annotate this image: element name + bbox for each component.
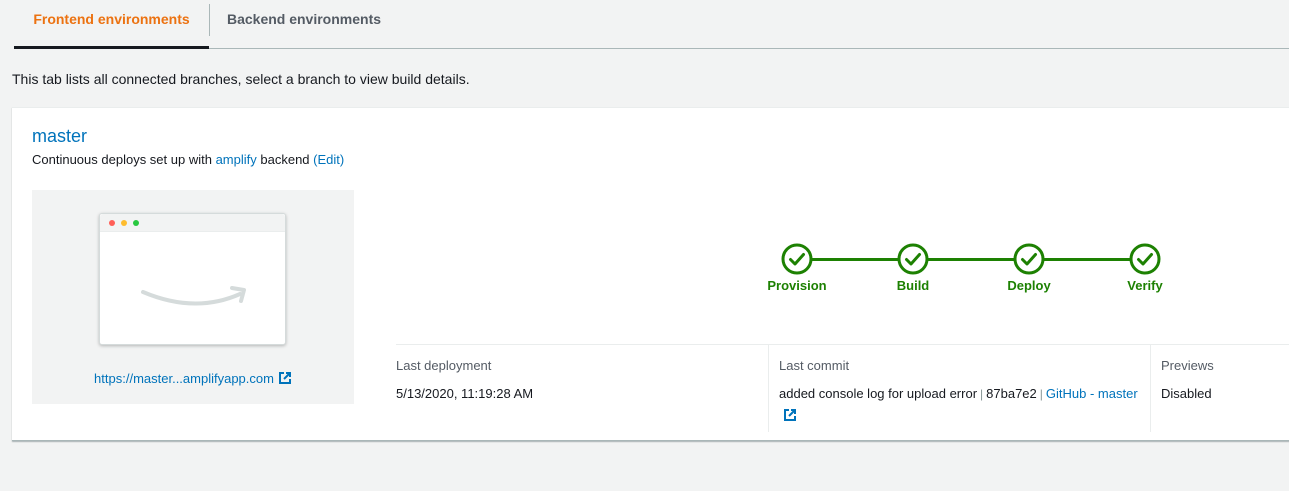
check-circle-icon [781, 243, 813, 275]
previews-column: Previews Disabled [1150, 345, 1289, 432]
last-commit-value: added console log for upload error | 87ba7… [779, 383, 1150, 426]
last-deployment-column: Last deployment 5/13/2020, 11:19:28 AM [396, 345, 768, 432]
check-circle-icon [897, 243, 929, 275]
build-pipeline: Provision Build Deploy Verify [742, 243, 1163, 303]
preview-url-text: https://master...amplifyapp.com [94, 371, 274, 386]
last-commit-label: Last commit [779, 358, 850, 373]
check-circle-icon [1129, 243, 1161, 275]
browser-minimize-dot [121, 220, 127, 226]
last-commit-column: Last commit added console log for upload… [768, 345, 1150, 432]
pipeline-stage-label: Provision [767, 278, 827, 293]
last-deployment-label: Last deployment [396, 358, 492, 373]
branch-card: master Continuous deploys set up with am… [12, 107, 1289, 441]
check-circle-icon [1013, 243, 1045, 275]
edit-backend-link[interactable]: (Edit) [313, 152, 344, 167]
previews-value: Disabled [1161, 386, 1212, 401]
pipeline-stage-provision: Provision [747, 243, 847, 293]
environment-tabs: Frontend environments Backend environmen… [14, 0, 1289, 49]
previews-label: Previews [1161, 358, 1214, 373]
external-link-icon [784, 409, 796, 421]
last-deployment-value: 5/13/2020, 11:19:28 AM [396, 386, 534, 401]
pipeline-stage-label: Build [896, 278, 930, 293]
commit-message: added console log for upload error [779, 386, 978, 401]
github-link-text: GitHub - master [1045, 386, 1138, 401]
separator: | [1039, 387, 1043, 401]
pipeline-stage-label: Deploy [1007, 278, 1051, 293]
branch-preview-tile[interactable]: https://master...amplifyapp.com [32, 190, 354, 404]
branch-desc-suffix: backend [260, 152, 310, 167]
browser-thumbnail [99, 213, 286, 345]
backend-link[interactable]: amplify [216, 152, 257, 167]
browser-maximize-dot [133, 220, 139, 226]
branch-description: Continuous deploys set up with amplify b… [32, 152, 344, 167]
browser-close-dot [109, 220, 115, 226]
branch-name-link[interactable]: master [32, 126, 87, 147]
external-link-icon [278, 372, 291, 384]
pipeline-stage-verify: Verify [1095, 243, 1195, 293]
tab-frontend-environments[interactable]: Frontend environments [14, 0, 209, 49]
preview-url-link[interactable]: https://master...amplifyapp.com [32, 371, 354, 386]
pipeline-stage-label: Verify [1127, 278, 1163, 293]
pipeline-stage-deploy: Deploy [979, 243, 1079, 293]
branch-details: Last deployment 5/13/2020, 11:19:28 AM L… [396, 344, 1289, 432]
separator: | [980, 387, 984, 401]
intro-text: This tab lists all connected branches, s… [12, 71, 470, 87]
amazon-smile-icon [141, 286, 246, 306]
branch-desc-prefix: Continuous deploys set up with [32, 152, 212, 167]
commit-hash: 87ba7e2 [986, 386, 1037, 401]
pipeline-stage-build: Build [863, 243, 963, 293]
tab-backend-environments[interactable]: Backend environments [209, 0, 399, 48]
browser-title-bar [100, 214, 285, 232]
